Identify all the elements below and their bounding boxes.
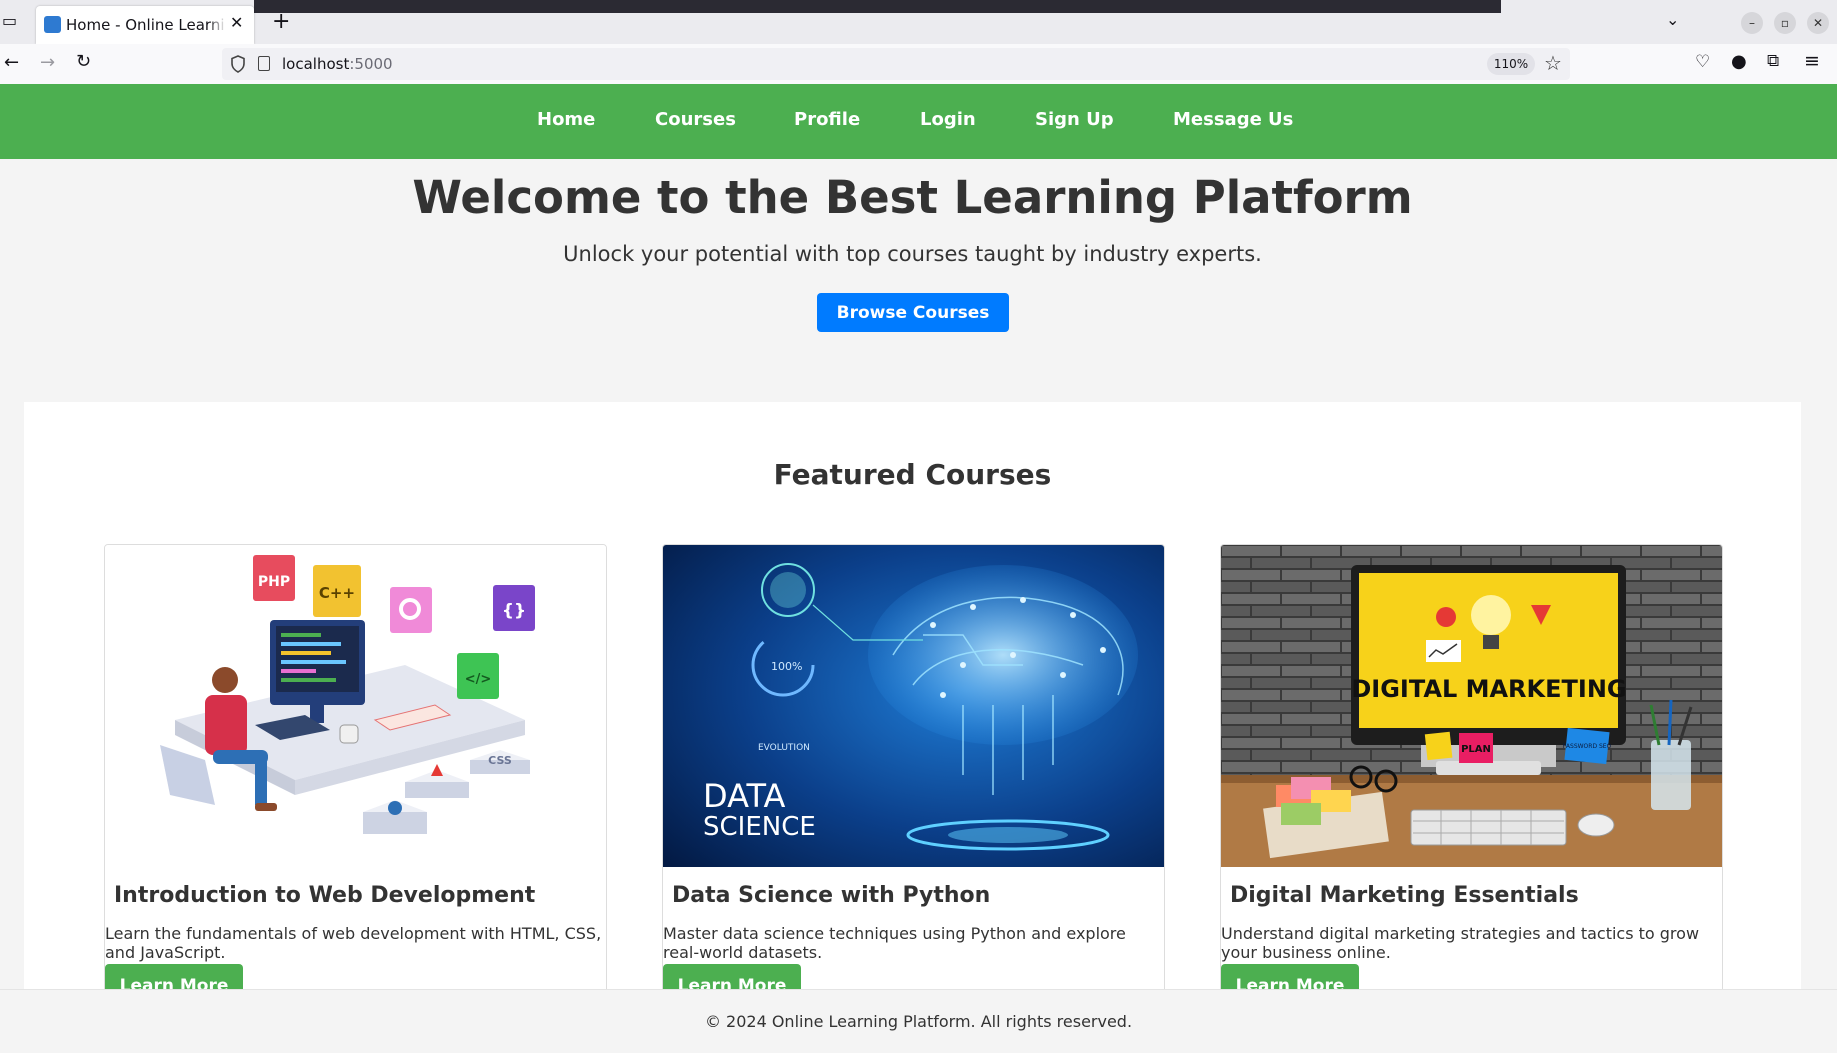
braces-icon-label: {}: [502, 601, 526, 621]
nav-home[interactable]: Home: [537, 109, 595, 130]
restore-icon[interactable]: ▫: [1774, 12, 1796, 34]
data-label: DATA: [703, 777, 786, 815]
reload-icon[interactable]: ↻: [76, 53, 91, 71]
menu-icon[interactable]: ≡: [1804, 52, 1820, 71]
browser-nav-bar: ← → ↻ localhost:5000 110% ☆ ♡ ● ⧉ ≡: [0, 44, 1837, 84]
account-icon[interactable]: ●: [1731, 53, 1747, 71]
featured-courses-section: Featured Courses PHP C++ {} </> CSS Intr…: [24, 402, 1801, 993]
address-bar[interactable]: localhost:5000 110% ☆: [222, 48, 1570, 80]
nav-message-us[interactable]: Message Us: [1173, 109, 1293, 130]
cplusplus-icon-label: C++: [319, 584, 355, 602]
course-description: Master data science techniques using Pyt…: [663, 924, 1126, 962]
css-icon-label: CSS: [488, 754, 512, 767]
php-icon-label: PHP: [258, 574, 290, 590]
nav-profile[interactable]: Profile: [794, 109, 860, 130]
close-tab-icon[interactable]: ✕: [230, 13, 243, 32]
footer-copyright: © 2024 Online Learning Platform. All rig…: [704, 1012, 1133, 1031]
plan-note-label: PLAN: [1461, 744, 1491, 755]
shield-icon: [231, 55, 245, 73]
nav-courses[interactable]: Courses: [655, 109, 736, 130]
digital-marketing-label: DIGITAL MARKETING: [1351, 675, 1626, 703]
course-card-web-development: PHP C++ {} </> CSS Introduction to Web D…: [104, 544, 607, 993]
tab-title: Home - Online Learning Platform: [66, 16, 224, 34]
course-title: Data Science with Python: [672, 883, 991, 908]
extensions-icon[interactable]: ⧉: [1767, 53, 1779, 70]
nav-sign-up[interactable]: Sign Up: [1035, 109, 1114, 130]
forward-arrow-icon[interactable]: →: [40, 54, 55, 72]
bookmark-star-icon[interactable]: ☆: [1544, 51, 1562, 75]
password-seo-note-label: PASSWORD SEO: [1563, 743, 1612, 750]
browser-tab-home[interactable]: Home - Online Learning Platform ✕: [36, 6, 254, 44]
back-arrow-icon[interactable]: ←: [4, 54, 19, 72]
hero-section: Welcome to the Best Learning Platform Un…: [24, 159, 1801, 402]
course-image-digital-marketing: DIGITAL MARKETING PLAN PASSWORD SEO: [1221, 545, 1722, 867]
evolution-label: EVOLUTION: [758, 743, 810, 753]
browser-tab-bar: ▭ Home - Online Learning Platform ✕ + ⌄ …: [0, 0, 1837, 44]
course-card-digital-marketing: DIGITAL MARKETING PLAN PASSWORD SEO Digi…: [1220, 544, 1723, 993]
featured-courses-title: Featured Courses: [773, 458, 1052, 491]
course-title: Digital Marketing Essentials: [1230, 883, 1579, 908]
science-label: SCIENCE: [703, 812, 816, 842]
site-footer: © 2024 Online Learning Platform. All rig…: [0, 989, 1837, 1053]
browse-courses-button[interactable]: Browse Courses: [817, 293, 1009, 332]
course-image-web-development: PHP C++ {} </> CSS: [105, 545, 606, 867]
tab-overview-icon[interactable]: ▭: [2, 13, 17, 29]
course-description: Learn the fundamentals of web developmen…: [105, 924, 602, 962]
nav-login[interactable]: Login: [920, 109, 976, 130]
course-image-data-science: 100% EVOLUTION DATA SCIENCE: [663, 545, 1164, 867]
course-description: Understand digital marketing strategies …: [1221, 924, 1700, 962]
url-text[interactable]: localhost:5000: [282, 55, 393, 73]
favicon-icon: [44, 16, 61, 33]
zoom-level-badge[interactable]: 110%: [1487, 53, 1535, 75]
course-card-data-science: 100% EVOLUTION DATA SCIENCE Data Science…: [662, 544, 1165, 993]
new-tab-icon[interactable]: +: [272, 11, 290, 33]
course-title: Introduction to Web Development: [114, 883, 536, 908]
page-info-icon[interactable]: [258, 56, 270, 71]
hero-title: Welcome to the Best Learning Platform: [412, 171, 1413, 224]
close-window-icon[interactable]: ✕: [1807, 12, 1829, 34]
site-navbar: Home Courses Profile Login Sign Up Messa…: [0, 84, 1837, 159]
tab-list-chevron-down-icon[interactable]: ⌄: [1666, 12, 1679, 28]
hero-subtitle: Unlock your potential with top courses t…: [563, 242, 1262, 266]
percent-label: 100%: [771, 660, 802, 673]
pocket-icon[interactable]: ♡: [1695, 54, 1710, 71]
minimize-icon[interactable]: –: [1741, 12, 1763, 34]
code-tag-icon-label: </>: [465, 672, 492, 687]
window-top-strip: [254, 0, 1501, 13]
